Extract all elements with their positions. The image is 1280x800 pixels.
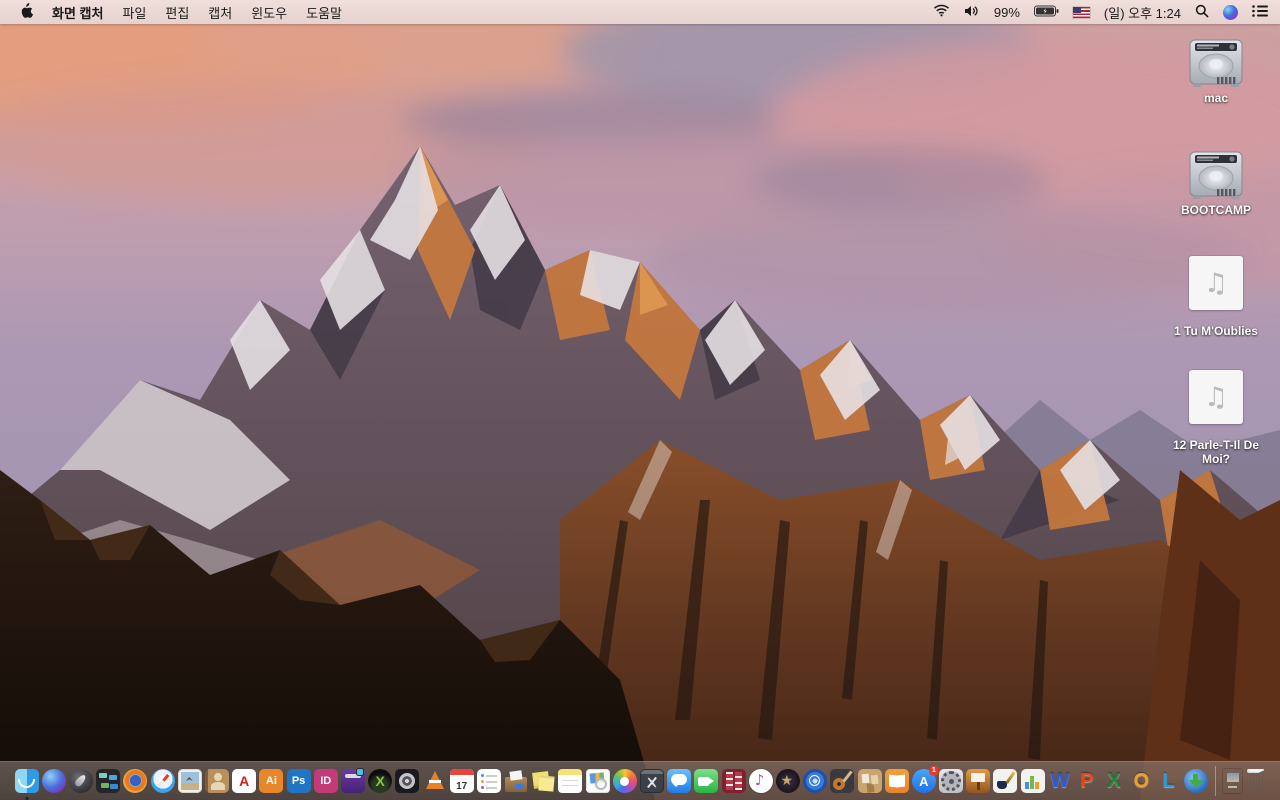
calendar-dock-icon[interactable]: 17 bbox=[449, 769, 474, 793]
excel-dock-icon[interactable]: X bbox=[1102, 769, 1126, 793]
vlc-dock-icon[interactable] bbox=[423, 769, 447, 793]
volume-icon[interactable] bbox=[964, 5, 980, 20]
hard-drive-icon bbox=[1189, 39, 1243, 87]
audio-file-icon: ♫ bbox=[1189, 256, 1243, 310]
mail-drop-app-dock-icon[interactable] bbox=[504, 769, 528, 793]
reminders-dock-icon[interactable] bbox=[476, 769, 501, 793]
audio-file-icon: ♫ bbox=[1189, 370, 1243, 424]
wifi-icon[interactable] bbox=[933, 4, 950, 20]
dock: A Ai Ps ID X 17 A1 W P X O L bbox=[0, 761, 1280, 800]
facetime-dock-icon[interactable] bbox=[694, 769, 719, 793]
safari-dock-icon[interactable] bbox=[150, 769, 175, 793]
menu-file[interactable]: 파일 bbox=[122, 3, 146, 22]
spotlight-icon[interactable] bbox=[1195, 4, 1209, 21]
grab-screen-capture-dock-icon[interactable] bbox=[640, 769, 664, 793]
menu-bar: 화면 캡처 파일 편집 캡처 윈도우 도움말 99% (일) 오후 1:24 bbox=[0, 0, 1280, 24]
itunes-dock-icon[interactable] bbox=[748, 769, 773, 793]
illustrator-dock-icon[interactable]: Ai bbox=[259, 769, 284, 793]
apple-menu-icon[interactable] bbox=[19, 2, 34, 22]
x-media-app-dock-icon[interactable]: X bbox=[368, 769, 393, 793]
lync-dock-icon[interactable]: L bbox=[1157, 769, 1181, 793]
indesign-dock-icon[interactable]: ID bbox=[313, 769, 338, 793]
app-store-dock-icon[interactable]: A1 bbox=[911, 766, 939, 793]
outlook-dock-icon[interactable]: O bbox=[1129, 769, 1153, 793]
firefox-dock-icon[interactable] bbox=[123, 769, 148, 793]
mission-control-dock-icon[interactable] bbox=[96, 769, 121, 793]
dvd-player-dock-icon[interactable] bbox=[803, 769, 828, 793]
word-dock-icon[interactable]: W bbox=[1048, 769, 1072, 793]
numbers-dock-icon[interactable] bbox=[1020, 769, 1045, 793]
dock-separator bbox=[1214, 766, 1216, 796]
messages-dock-icon[interactable] bbox=[667, 769, 692, 793]
keynote-dock-icon[interactable] bbox=[966, 769, 991, 793]
photoshop-dock-icon[interactable]: Ps bbox=[286, 769, 311, 793]
battery-charging-icon[interactable] bbox=[1033, 5, 1059, 20]
desktop-icon-audio-file-1[interactable]: ♫ 1 Tu M'Oublies bbox=[1156, 256, 1276, 338]
system-preferences-dock-icon[interactable] bbox=[939, 769, 964, 793]
contacts-dock-icon[interactable] bbox=[205, 769, 229, 793]
desktop-icon-label: 1 Tu M'Oublies bbox=[1174, 324, 1258, 338]
sierra-wallpaper bbox=[0, 0, 1280, 800]
menu-bar-status: 99% (일) 오후 1:24 bbox=[933, 3, 1280, 22]
notification-center-icon[interactable] bbox=[1252, 4, 1268, 20]
music-note-icon: ♫ bbox=[1203, 267, 1229, 299]
launchpad-dock-icon[interactable] bbox=[69, 769, 94, 793]
siri-dock-icon[interactable] bbox=[41, 769, 66, 793]
hard-drive-icon bbox=[1189, 151, 1243, 199]
trash-dock-icon[interactable] bbox=[1246, 769, 1264, 793]
input-language-flag-us[interactable] bbox=[1072, 6, 1090, 18]
imovie-dock-icon[interactable] bbox=[775, 769, 800, 793]
menu-capture[interactable]: 캡처 bbox=[208, 3, 232, 22]
photo-viewer-dock-icon[interactable] bbox=[177, 769, 202, 793]
app-store-badge: 1 bbox=[928, 766, 939, 776]
powerpoint-dock-icon[interactable]: P bbox=[1075, 769, 1099, 793]
ibooks-dock-icon[interactable] bbox=[884, 769, 909, 793]
menu-help[interactable]: 도움말 bbox=[306, 3, 342, 22]
desktop-icon-audio-file-2[interactable]: ♫ 12 Parle-T-Il De Moi? bbox=[1156, 370, 1276, 466]
photo-booth-dock-icon[interactable] bbox=[721, 769, 746, 793]
desktop-icon-label: BOOTCAMP bbox=[1181, 203, 1251, 217]
garageband-dock-icon[interactable] bbox=[830, 769, 855, 793]
finder-dock-icon[interactable] bbox=[14, 769, 39, 793]
pages-dock-icon[interactable] bbox=[993, 769, 1018, 793]
photos-dock-icon[interactable] bbox=[612, 769, 637, 793]
disk-utility-app-dock-icon[interactable] bbox=[395, 769, 420, 793]
stickies-dock-icon[interactable] bbox=[531, 769, 555, 793]
document-file-dock-icon[interactable] bbox=[1223, 769, 1242, 793]
menu-edit[interactable]: 편집 bbox=[165, 3, 189, 22]
menu-bar-left: 화면 캡처 파일 편집 캡처 윈도우 도움말 bbox=[0, 2, 342, 22]
battery-percent: 99% bbox=[993, 4, 1020, 20]
notes-dock-icon[interactable] bbox=[558, 769, 583, 793]
menu-window[interactable]: 윈도우 bbox=[251, 3, 287, 22]
corkboard-app-dock-icon[interactable] bbox=[857, 769, 882, 793]
globe-download-app-dock-icon[interactable] bbox=[1183, 769, 1208, 793]
desktop-icon-mac-drive[interactable]: mac bbox=[1156, 38, 1276, 105]
acrobat-reader-dock-icon[interactable]: A bbox=[232, 769, 257, 793]
preview-dock-icon[interactable] bbox=[585, 769, 610, 793]
desktop-icon-label: mac bbox=[1203, 91, 1229, 105]
siri-menu-icon[interactable] bbox=[1223, 4, 1238, 20]
clock[interactable]: (일) 오후 1:24 bbox=[1104, 3, 1181, 22]
music-note-icon: ♫ bbox=[1203, 381, 1229, 413]
desktop-icon-label: 12 Parle-T-Il De Moi? bbox=[1172, 438, 1260, 466]
toast-dock-icon[interactable] bbox=[340, 769, 365, 793]
active-app-menu[interactable]: 화면 캡처 bbox=[52, 3, 103, 22]
desktop-icon-bootcamp-drive[interactable]: BOOTCAMP bbox=[1156, 150, 1276, 217]
